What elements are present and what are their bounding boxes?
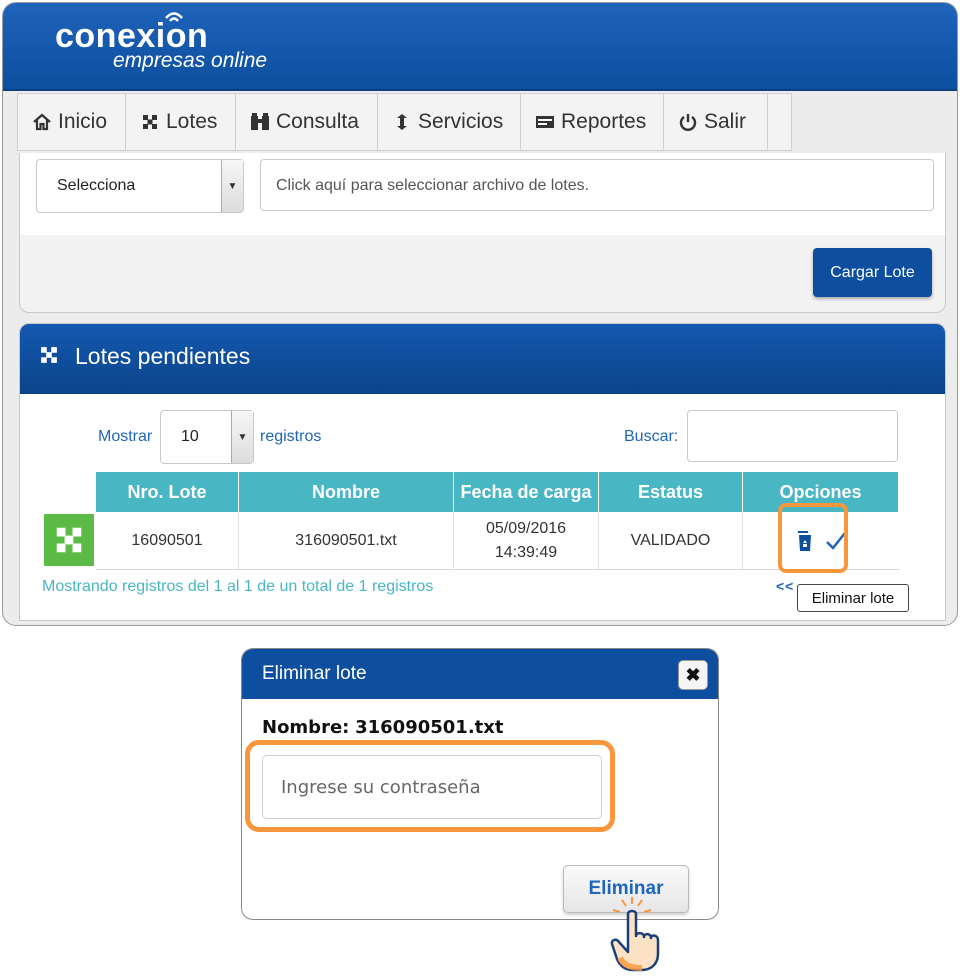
wifi-signal-icon — [165, 12, 183, 22]
nav-label: Consulta — [276, 110, 359, 133]
lotes-icon — [41, 347, 57, 363]
lotes-icon — [140, 112, 160, 132]
type-select[interactable]: Selecciona ▼ — [36, 159, 244, 213]
page-length-select[interactable]: 10 ▼ — [160, 410, 254, 464]
page-length-value: 10 — [181, 428, 199, 445]
nav-item-servicios[interactable]: Servicios — [378, 94, 521, 150]
nav-item-inicio[interactable]: Inicio — [18, 94, 126, 150]
brand-tagline: empresas online — [113, 49, 268, 72]
nav-item-lotes[interactable]: Lotes — [126, 94, 236, 150]
records-label: registros — [260, 428, 322, 445]
cell-fecha-time: 14:39:49 — [494, 543, 558, 561]
show-label: Mostrar — [98, 428, 153, 445]
nav-label: Reportes — [561, 110, 647, 133]
pointer-hand-icon — [610, 897, 660, 972]
file-placeholder: Click aquí para seleccionar archivo de l… — [276, 177, 590, 194]
pending-panel: Lotes pendientes Mostrar 10 ▼ registros … — [19, 323, 946, 621]
select-value: Selecciona — [57, 177, 136, 194]
search-label: Buscar: — [624, 428, 679, 445]
pending-header: Lotes pendientes — [20, 324, 945, 394]
upload-controls: Selecciona ▼ Click aquí para seleccionar… — [20, 153, 945, 235]
main-nav: Inicio Lotes Consulta Servicios Reportes — [17, 93, 792, 151]
row-status-icon — [44, 514, 94, 566]
name-value: 316090501.txt — [355, 717, 504, 738]
header: conexion empresas online — [3, 3, 957, 91]
pending-title: Lotes pendientes — [75, 343, 251, 369]
modal-title: Eliminar lote — [262, 663, 367, 684]
upload-panel: Selecciona ▼ Click aquí para seleccionar… — [19, 153, 946, 313]
delete-tooltip: Eliminar lote — [797, 584, 909, 612]
nav-label: Salir — [704, 110, 747, 133]
table-header: Nro. Lote Nombre Fecha de carga Estatus … — [96, 472, 898, 512]
reports-icon — [535, 112, 555, 132]
chevron-down-icon[interactable]: ▼ — [231, 411, 253, 463]
cell-fecha-date: 05/09/2016 — [485, 519, 567, 537]
nav-item-consulta[interactable]: Consulta — [236, 94, 378, 150]
nav-item-reportes[interactable]: Reportes — [521, 94, 664, 150]
column-header[interactable]: Estatus — [599, 472, 743, 512]
file-picker-input[interactable]: Click aquí para seleccionar archivo de l… — [260, 159, 934, 211]
cell-fecha: 05/09/2016 14:39:49 — [454, 512, 599, 569]
modal-header: Eliminar lote ✖ — [242, 649, 718, 699]
binoculars-icon — [250, 112, 270, 132]
nav-label: Inicio — [58, 110, 108, 133]
column-header[interactable]: Fecha de carga — [454, 472, 599, 512]
search-input[interactable] — [687, 410, 898, 462]
cell-nro-lote: 16090501 — [96, 512, 239, 569]
nav-label: Lotes — [166, 110, 218, 133]
column-header[interactable]: Nombre — [239, 472, 454, 512]
pagination-first[interactable]: << — [776, 578, 794, 594]
name-label: Nombre: — [262, 717, 350, 738]
modal-file-name: Nombre: 316090501.txt — [262, 717, 503, 738]
options-highlight — [778, 503, 848, 573]
chevron-down-icon[interactable]: ▼ — [221, 160, 243, 212]
nav-item-salir[interactable]: Salir — [664, 94, 768, 150]
upload-lote-button[interactable]: Cargar Lote — [813, 248, 932, 297]
column-header[interactable]: Nro. Lote — [96, 472, 239, 512]
close-icon[interactable]: ✖ — [678, 660, 708, 690]
cell-nombre: 316090501.txt — [239, 512, 454, 569]
cell-estatus: VALIDADO — [599, 512, 743, 569]
table-info: Mostrando registros del 1 al 1 de un tot… — [42, 578, 434, 595]
power-icon — [678, 112, 698, 132]
servicios-icon — [392, 112, 412, 132]
password-highlight — [245, 740, 615, 832]
home-icon — [32, 112, 52, 132]
nav-label: Servicios — [418, 110, 504, 133]
